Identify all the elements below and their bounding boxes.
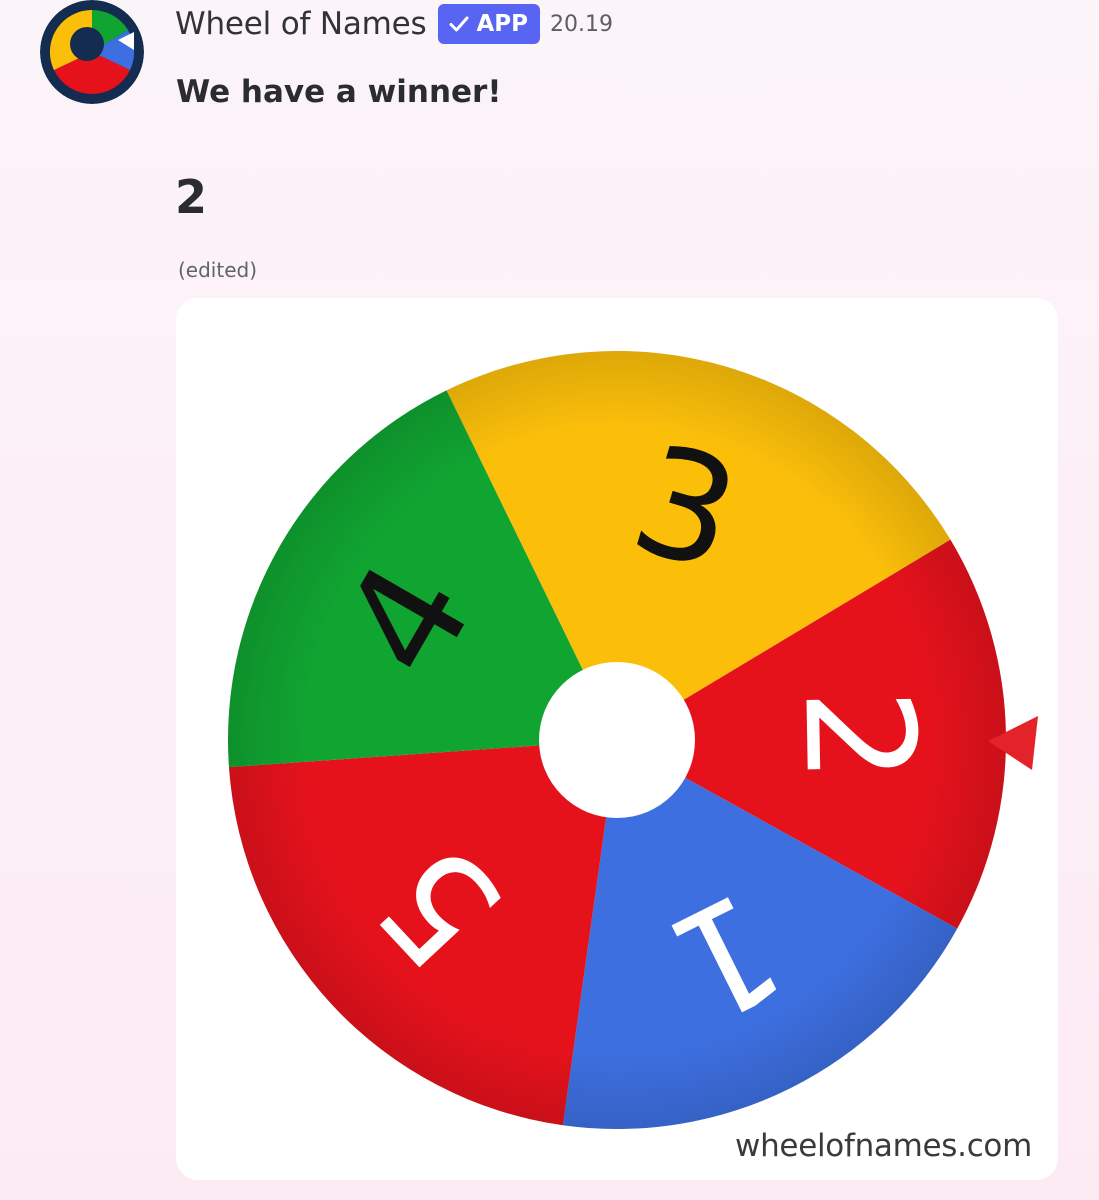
- app-badge-label: APP: [476, 11, 528, 37]
- wheel-center-hub: [539, 662, 695, 818]
- checkmark-icon: [449, 16, 469, 32]
- username[interactable]: Wheel of Names: [175, 6, 427, 42]
- winner-value: 2: [175, 170, 208, 224]
- avatar[interactable]: [40, 0, 144, 104]
- chat-message: Wheel of Names APP 20.19 We have a winne…: [0, 0, 1099, 1200]
- wheel-graphic: 32154: [228, 351, 1038, 1129]
- edited-label: (edited): [178, 258, 258, 282]
- wheel-logo-icon: [40, 0, 144, 104]
- message-headline: We have a winner!: [176, 74, 502, 110]
- timestamp[interactable]: 20.19: [550, 12, 613, 37]
- watermark-label: wheelofnames.com: [735, 1128, 1032, 1164]
- message-header: Wheel of Names APP 20.19: [175, 2, 613, 46]
- app-badge: APP: [438, 4, 540, 44]
- wheel-image-embed[interactable]: 32154 wheelofnames.com: [176, 298, 1058, 1180]
